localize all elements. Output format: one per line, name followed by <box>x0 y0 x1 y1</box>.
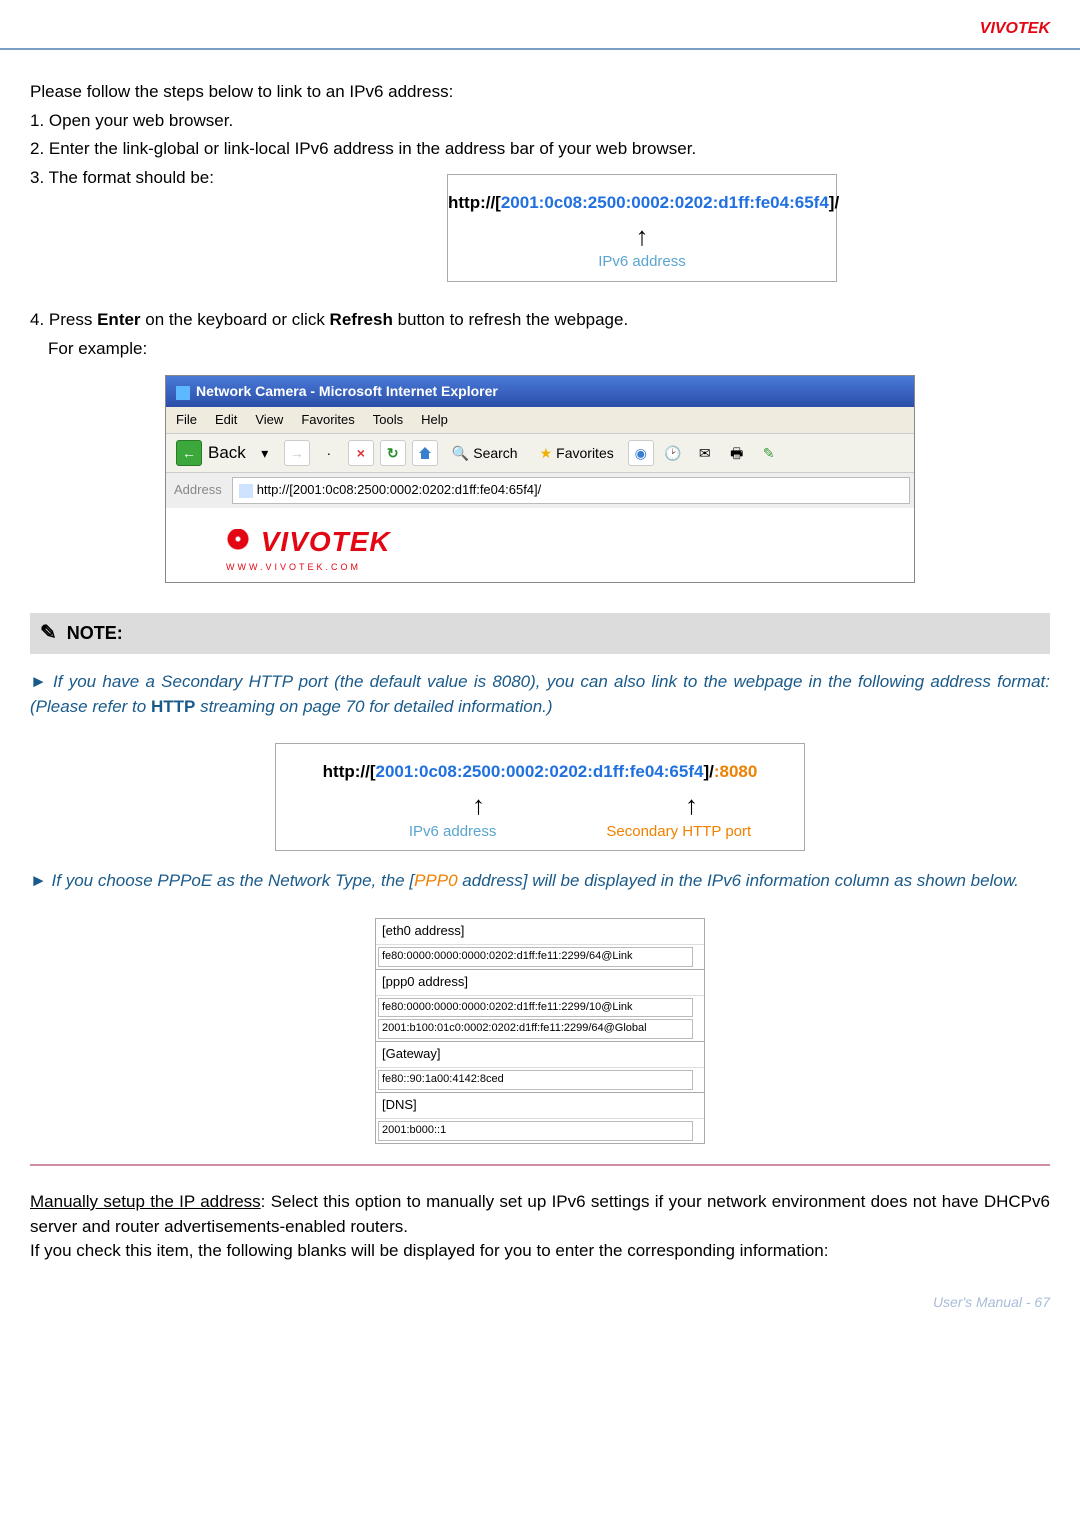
address-value: http://[2001:0c08:2500:0002:0202:d1ff:fe… <box>257 481 542 500</box>
ipv6-info-table: [eth0 address] fe80:0000:0000:0000:0202:… <box>375 918 705 1144</box>
ipv6-label: IPv6 address <box>409 821 497 843</box>
url2-ipv6: 2001:0c08:2500:0002:0202:d1ff:fe04:65f4 <box>376 762 704 781</box>
url-suffix: ]/ <box>829 193 839 212</box>
mail-icon[interactable]: ✉ <box>692 440 718 466</box>
url-format-box: http://[2001:0c08:2500:0002:0202:d1ff:fe… <box>447 174 837 282</box>
step-1: 1. Open your web browser. <box>30 109 1050 134</box>
menu-tools[interactable]: Tools <box>373 411 403 430</box>
ie-window-icon <box>176 386 190 400</box>
step-2: 2. Enter the link-global or link-local I… <box>30 137 1050 162</box>
url2-suffix: ]/ <box>703 762 713 781</box>
ipv6-label: IPv6 address <box>598 251 686 273</box>
arrow-up-icon: ↑ <box>472 787 485 825</box>
edit-icon[interactable]: ✎ <box>756 440 782 466</box>
note-heading-bar: ✎ NOTE: <box>30 613 1050 654</box>
ppp0-value-1: fe80:0000:0000:0000:0202:d1ff:fe11:2299/… <box>378 998 693 1018</box>
address-field[interactable]: http://[2001:0c08:2500:0002:0202:d1ff:fe… <box>232 477 910 504</box>
section-divider <box>30 1164 1050 1166</box>
back-dropdown-icon[interactable]: ▾ <box>252 440 278 466</box>
manual-setup-para-2: If you check this item, the following bl… <box>30 1239 1050 1264</box>
menu-view[interactable]: View <box>255 411 283 430</box>
for-example: For example: <box>30 337 1050 362</box>
ie-address-bar: Address http://[2001:0c08:2500:0002:0202… <box>166 472 914 508</box>
url-prefix: http://[ <box>448 193 501 212</box>
step-3: 3. The format should be: <box>30 166 214 191</box>
manual-setup-heading: Manually setup the IP address <box>30 1192 261 1211</box>
ie-menu-bar: File Edit View Favorites Tools Help <box>166 407 914 434</box>
home-icon[interactable] <box>412 440 438 466</box>
gateway-value: fe80::90:1a00:4142:8ced <box>378 1070 693 1090</box>
ie-screenshot: Network Camera - Microsoft Internet Expl… <box>165 375 915 583</box>
vivotek-url-tag: WWW.VIVOTEK.COM <box>226 561 884 574</box>
step-4: 4. Press Enter on the keyboard or click … <box>30 308 1050 333</box>
eth0-label: [eth0 address] <box>376 919 704 945</box>
dns-label: [DNS] <box>376 1092 704 1119</box>
url2-port: :8080 <box>714 762 757 781</box>
ppp0-value-2: 2001:b100:01c0:0002:0202:d1ff:fe11:2299/… <box>378 1019 693 1039</box>
forward-icon[interactable]: → <box>284 440 310 466</box>
address-label: Address <box>170 481 226 500</box>
note-paragraph-2: ► If you choose PPPoE as the Network Typ… <box>30 869 1050 894</box>
arrow-up-icon: ↑ <box>448 218 836 256</box>
menu-help[interactable]: Help <box>421 411 448 430</box>
back-icon[interactable]: ← <box>176 440 202 466</box>
favorites-button[interactable]: ★Favorites <box>532 440 622 466</box>
vivotek-logo-area: VIVOTEK WWW.VIVOTEK.COM <box>166 508 914 582</box>
page-icon <box>239 484 253 498</box>
media-icon[interactable]: ◉ <box>628 440 654 466</box>
manual-setup-paragraph: Manually setup the IP address: Select th… <box>30 1190 1050 1239</box>
ie-toolbar: ← Back ▾ → · × ↻ 🔍Search ★Favorites ◉ 🕑 … <box>166 433 914 472</box>
page-brand: VIVOTEK <box>0 0 1080 50</box>
print-icon[interactable]: 🖶 <box>724 440 750 466</box>
url-with-port-box: http://[2001:0c08:2500:0002:0202:d1ff:fe… <box>275 743 805 851</box>
menu-file[interactable]: File <box>176 411 197 430</box>
instructions-lead: Please follow the steps below to link to… <box>30 80 1050 105</box>
refresh-icon[interactable]: ↻ <box>380 440 406 466</box>
dns-value: 2001:b000::1 <box>378 1121 693 1141</box>
ie-title-bar: Network Camera - Microsoft Internet Expl… <box>166 376 914 406</box>
stop-icon[interactable]: × <box>348 440 374 466</box>
vivotek-eye-icon <box>226 529 256 555</box>
history-icon[interactable]: 🕑 <box>660 440 686 466</box>
port-label: Secondary HTTP port <box>606 821 751 843</box>
eth0-value: fe80:0000:0000:0000:0202:d1ff:fe11:2299/… <box>378 947 693 967</box>
menu-favorites[interactable]: Favorites <box>301 411 354 430</box>
arrow-up-icon: ↑ <box>685 787 698 825</box>
vivotek-logo-text: VIVOTEK <box>261 526 391 557</box>
gateway-label: [Gateway] <box>376 1041 704 1068</box>
menu-edit[interactable]: Edit <box>215 411 237 430</box>
note-title: NOTE: <box>67 620 123 646</box>
url2-prefix: http://[ <box>323 762 376 781</box>
url-ipv6: 2001:0c08:2500:0002:0202:d1ff:fe04:65f4 <box>501 193 829 212</box>
search-button[interactable]: 🔍Search <box>444 440 526 466</box>
page-footer: User's Manual - 67 <box>0 1264 1080 1320</box>
note-paragraph-1: ► If you have a Secondary HTTP port (the… <box>30 670 1050 719</box>
back-label[interactable]: Back <box>208 441 246 466</box>
ie-title-text: Network Camera - Microsoft Internet Expl… <box>196 383 498 399</box>
note-pen-icon: ✎ <box>40 619 57 648</box>
ppp0-label: [ppp0 address] <box>376 969 704 996</box>
